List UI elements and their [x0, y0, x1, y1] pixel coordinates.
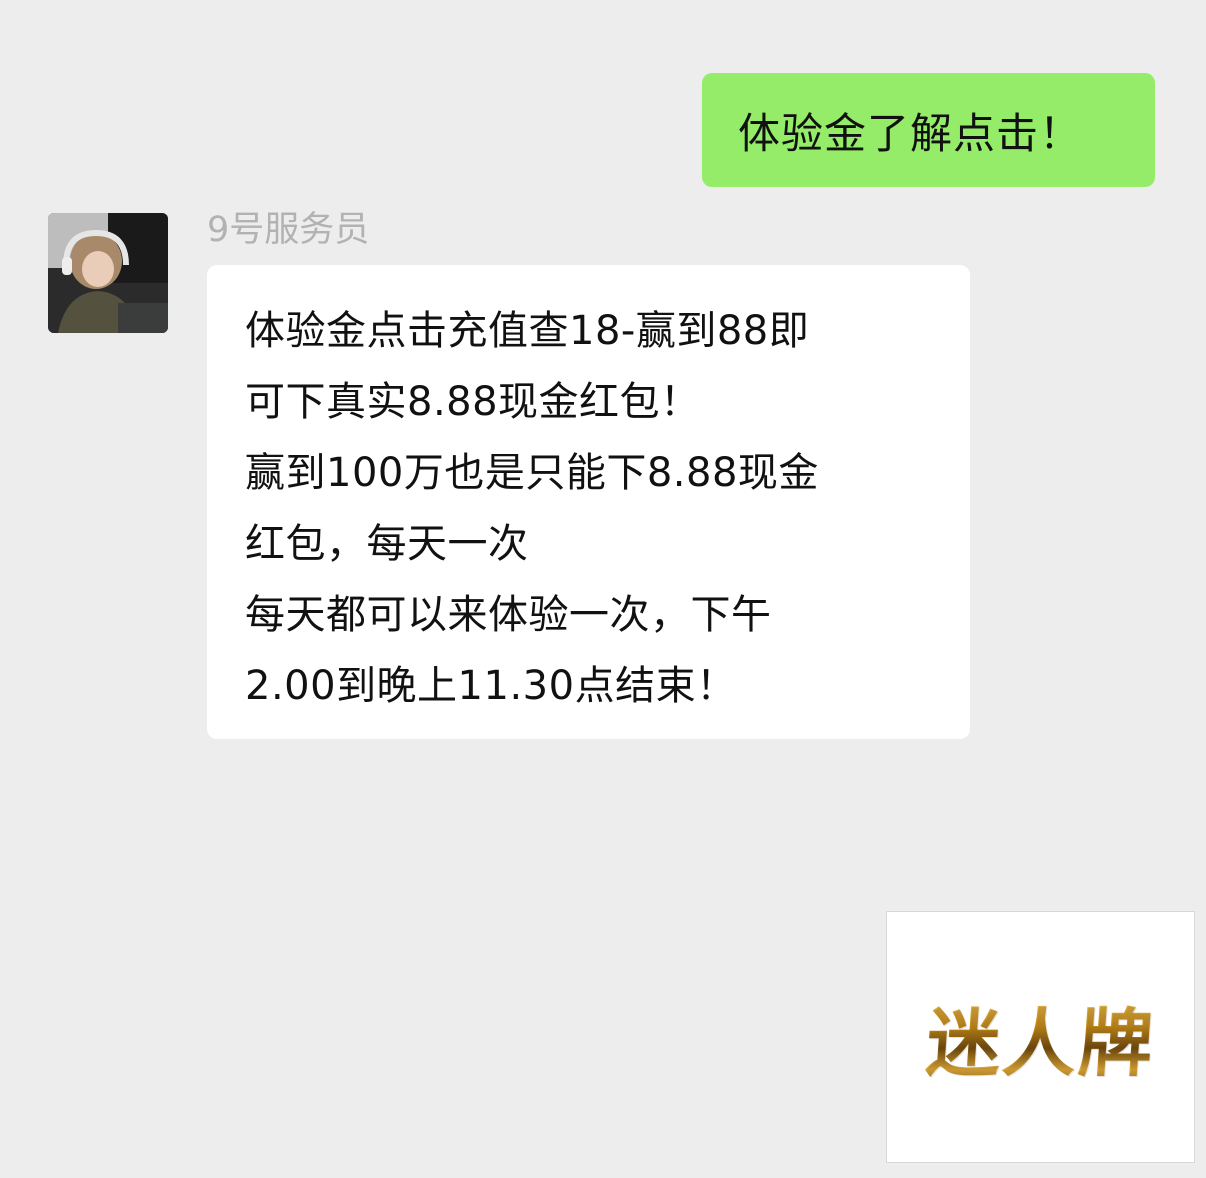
- avatar-photo-icon: [48, 213, 168, 333]
- message-line: 赢到100万也是只能下8.88现金: [245, 450, 819, 496]
- outgoing-message-text: 体验金了解点击！: [738, 108, 1083, 158]
- sender-avatar[interactable]: [48, 213, 168, 333]
- message-line: 红包，每天一次: [245, 521, 529, 567]
- watermark-logo: 迷人牌: [886, 911, 1195, 1163]
- chat-area: 体验金了解点击！ 9号服务员 体验金点击充值查18-赢到88即 可下真实8.88…: [0, 0, 1206, 1178]
- outgoing-message-bubble[interactable]: 体验金了解点击！: [702, 73, 1155, 187]
- incoming-message-bubble[interactable]: 体验金点击充值查18-赢到88即 可下真实8.88现金红包！ 赢到100万也是只…: [207, 265, 970, 739]
- message-line: 2.00到晚上11.30点结束！: [245, 663, 737, 709]
- message-line: 可下真实8.88现金红包！: [245, 379, 701, 425]
- sender-name: 9号服务员: [207, 210, 370, 250]
- message-line: 每天都可以来体验一次，下午: [245, 592, 772, 638]
- message-line: 体验金点击充值查18-赢到88即: [245, 308, 810, 354]
- watermark-logo-text: 迷人牌: [923, 984, 1158, 1091]
